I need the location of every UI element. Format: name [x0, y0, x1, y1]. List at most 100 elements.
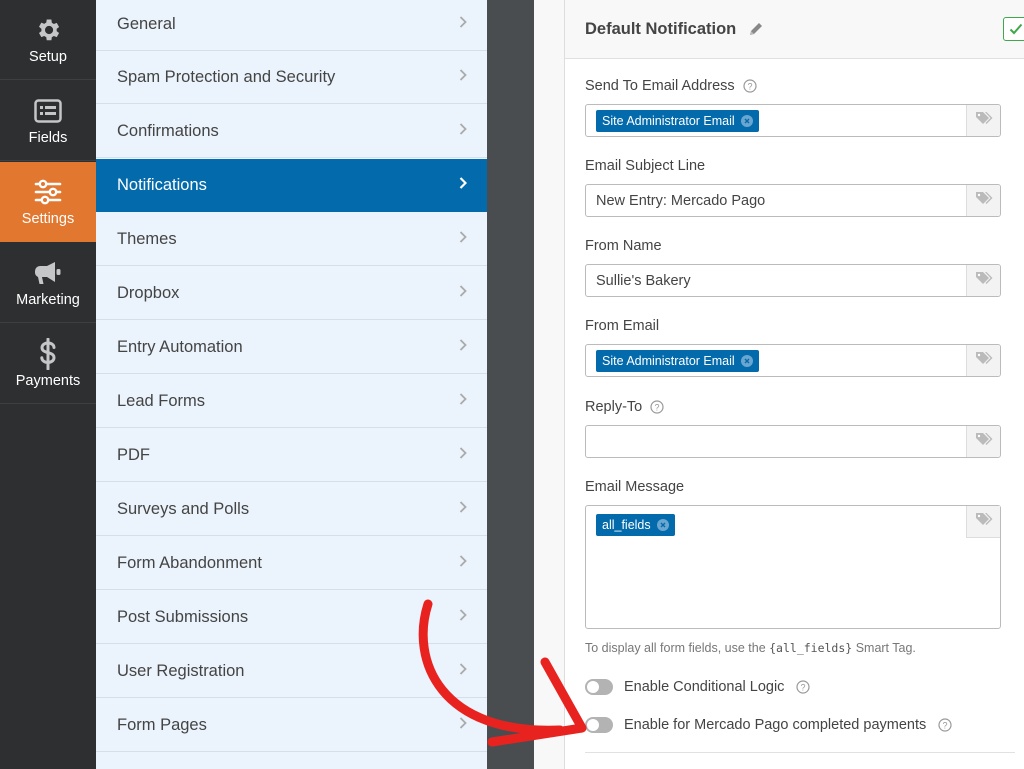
settings-item-general[interactable]: General: [96, 0, 487, 51]
from-email-field[interactable]: Site Administrator Email: [585, 344, 1001, 377]
help-icon[interactable]: ?: [796, 680, 811, 694]
chevron-right-icon: [459, 554, 467, 573]
rail-item-marketing[interactable]: Marketing: [0, 243, 96, 323]
settings-item-confirmations[interactable]: Confirmations: [96, 105, 487, 158]
rail-label: Fields: [28, 129, 68, 146]
rail-item-settings[interactable]: Settings: [0, 162, 96, 242]
subject-value: New Entry: Mercado Pago: [596, 193, 766, 209]
svg-text:?: ?: [747, 82, 752, 92]
settings-item-label: Spam Protection and Security: [117, 67, 336, 86]
settings-item-label: Post Submissions: [117, 607, 249, 626]
help-icon[interactable]: ?: [938, 718, 952, 732]
svg-text:?: ?: [655, 403, 660, 413]
divider-line: [585, 752, 1015, 753]
gear-icon: [33, 15, 63, 45]
mercado-pago-row: Enable for Mercado Pago completed paymen…: [585, 717, 952, 733]
smart-tags-button[interactable]: [966, 506, 1000, 538]
settings-item-label: General: [117, 14, 176, 33]
reply-to-field[interactable]: [585, 425, 1001, 458]
settings-item-form-pages[interactable]: Form Pages: [96, 699, 487, 752]
rail-label: Payments: [15, 372, 81, 389]
chevron-right-icon: [459, 176, 468, 195]
remove-chip-icon[interactable]: [740, 355, 753, 367]
tags-icon: [975, 432, 993, 451]
check-icon[interactable]: [1003, 17, 1024, 41]
smart-tags-button[interactable]: [966, 265, 1000, 296]
settings-item-label: User Registration: [117, 661, 245, 680]
conditional-logic-toggle[interactable]: [585, 679, 613, 695]
settings-item-label: Form Pages: [117, 715, 207, 734]
rail-item-fields[interactable]: Fields: [0, 81, 96, 161]
settings-item-pdf[interactable]: PDF: [96, 429, 487, 482]
toggle-knob: [587, 681, 599, 693]
smart-tags-button[interactable]: [966, 105, 1000, 136]
remove-chip-icon[interactable]: [740, 115, 753, 127]
chevron-right-icon: [459, 446, 467, 465]
panel-divider: [487, 0, 534, 769]
help-icon[interactable]: ?: [650, 400, 664, 414]
settings-item-lead-forms[interactable]: Lead Forms: [96, 375, 487, 428]
smart-tags-button[interactable]: [966, 185, 1000, 216]
hint-text: To display all form fields, use the: [585, 641, 770, 655]
settings-item-label: Surveys and Polls: [117, 499, 250, 518]
chevron-right-icon: [459, 500, 467, 519]
subject-label: Email Subject Line: [585, 158, 706, 174]
notification-card: Default Notification Send To Email Addre…: [564, 0, 1024, 769]
megaphone-icon: [33, 258, 63, 288]
tags-icon: [975, 351, 993, 370]
smart-tag-chip: Site Administrator Email: [596, 110, 759, 132]
hint-code: {all_fields}: [769, 641, 853, 655]
settings-item-label: Lead Forms: [117, 391, 206, 410]
notification-title: Default Notification: [585, 19, 737, 38]
chevron-right-icon: [459, 284, 467, 303]
rail-item-setup[interactable]: Setup: [0, 0, 96, 80]
main-content: Default Notification Send To Email Addre…: [534, 0, 1024, 769]
smart-tags-button[interactable]: [966, 345, 1000, 376]
settings-item-themes[interactable]: Themes: [96, 213, 487, 266]
settings-item-notifications[interactable]: Notifications: [96, 159, 487, 212]
rail-label: Setup: [29, 48, 67, 65]
mercado-pago-toggle[interactable]: [585, 717, 613, 733]
list-icon: [33, 96, 63, 126]
rail-item-payments[interactable]: Payments: [0, 324, 96, 404]
settings-item-spam[interactable]: Spam Protection and Security: [96, 51, 487, 104]
settings-item-dropbox[interactable]: Dropbox: [96, 267, 487, 320]
subject-field[interactable]: New Entry: Mercado Pago: [585, 184, 1001, 217]
help-icon[interactable]: ?: [743, 79, 757, 93]
send-to-label: Send To Email Address ?: [585, 78, 757, 94]
settings-item-label: Notifications: [117, 175, 207, 194]
settings-item-label: Confirmations: [117, 121, 219, 140]
conditional-logic-label: Enable Conditional Logic: [624, 679, 785, 695]
pencil-icon[interactable]: [748, 21, 764, 37]
builder-sidebar: Setup Fields Settings Marketing Payments: [0, 0, 96, 769]
sliders-icon: [33, 177, 63, 207]
settings-item-form-abandonment[interactable]: Form Abandonment: [96, 537, 487, 590]
settings-item-entry-automation[interactable]: Entry Automation: [96, 321, 487, 374]
tags-icon: [975, 111, 993, 130]
settings-item-label: Themes: [117, 229, 177, 248]
message-hint: To display all form fields, use the {all…: [585, 641, 916, 655]
settings-item-label: Dropbox: [117, 283, 180, 302]
chevron-right-icon: [459, 662, 467, 681]
tags-icon: [975, 512, 993, 531]
settings-item-user-registration[interactable]: User Registration: [96, 645, 487, 698]
from-name-field[interactable]: Sullie's Bakery: [585, 264, 1001, 297]
tags-icon: [975, 191, 993, 210]
settings-item-post-submissions[interactable]: Post Submissions: [96, 591, 487, 644]
from-email-label: From Email: [585, 318, 660, 334]
send-to-field[interactable]: Site Administrator Email: [585, 104, 1001, 137]
chip-label: all_fields: [602, 518, 651, 532]
settings-item-label: Entry Automation: [117, 337, 243, 356]
remove-chip-icon[interactable]: [656, 519, 669, 531]
smart-tag-chip: Site Administrator Email: [596, 350, 759, 372]
mercado-pago-label: Enable for Mercado Pago completed paymen…: [624, 717, 927, 733]
smart-tag-chip: all_fields: [596, 514, 675, 536]
from-name-value: Sullie's Bakery: [596, 273, 691, 289]
hint-text: Smart Tag.: [852, 641, 916, 655]
chevron-right-icon: [459, 230, 467, 249]
rail-label: Marketing: [16, 291, 80, 308]
message-field[interactable]: all_fields: [585, 505, 1001, 629]
smart-tags-button[interactable]: [966, 426, 1000, 457]
settings-item-surveys[interactable]: Surveys and Polls: [96, 483, 487, 536]
chevron-right-icon: [459, 122, 467, 141]
